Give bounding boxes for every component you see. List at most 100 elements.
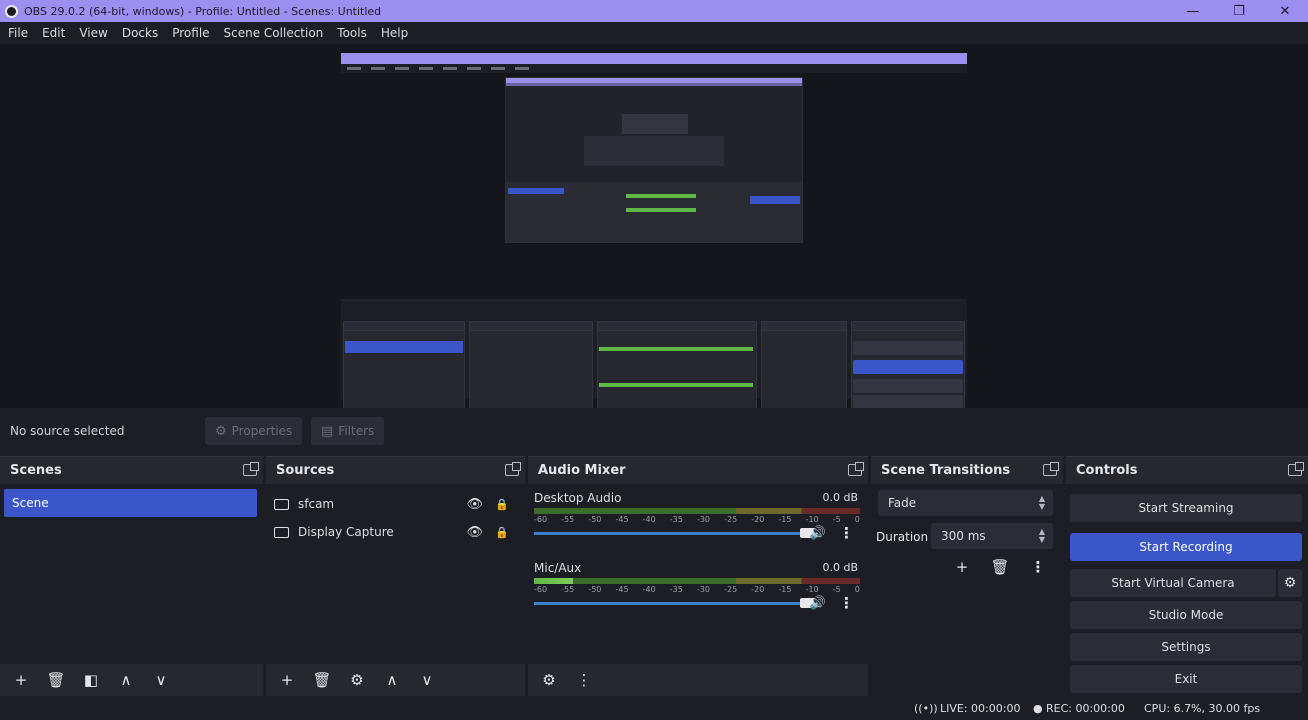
channel-db: 0.0 dB bbox=[822, 561, 858, 574]
advanced-audio-icon[interactable]: ⚙ bbox=[536, 668, 562, 692]
undock-icon[interactable] bbox=[1043, 462, 1059, 476]
settings-button[interactable]: Settings bbox=[1070, 633, 1302, 661]
preview-recursive-docks bbox=[341, 301, 967, 439]
volume-slider[interactable] bbox=[534, 528, 816, 538]
move-up-icon[interactable]: ∧ bbox=[379, 668, 405, 692]
status-bar: ((•)) LIVE: 00:00:00 ● REC: 00:00:00 CPU… bbox=[0, 698, 1308, 720]
preview-canvas[interactable] bbox=[341, 53, 967, 439]
preview-area bbox=[0, 44, 1308, 439]
rec-timer: REC: 00:00:00 bbox=[1046, 702, 1125, 715]
sources-dock: Sources sfcam 👁 🔒 Display Capture 👁 🔒 + … bbox=[266, 456, 525, 696]
add-source-icon[interactable]: + bbox=[274, 668, 300, 692]
more-options-icon[interactable]: ⋮ bbox=[839, 594, 854, 612]
filters-button[interactable]: ▤ Filters bbox=[311, 417, 385, 445]
mixer-channel-mic: Mic/Aux 0.0 dB -60 -55 -50 -45 -40 -35 -30 -25-… bbox=[534, 561, 860, 621]
duration-label: Duration bbox=[876, 530, 929, 544]
lock-icon[interactable]: 🔒 bbox=[495, 526, 509, 539]
source-toolbar: No source selected ⚙ Properties ▤ Filter… bbox=[0, 408, 1308, 452]
menu-file[interactable]: File bbox=[8, 26, 28, 40]
more-options-icon[interactable]: ⋮ bbox=[1025, 555, 1051, 579]
window-title: OBS 29.0.2 (64-bit, windows) - Profile: … bbox=[24, 4, 382, 18]
undock-icon[interactable] bbox=[505, 462, 521, 476]
maximize-icon[interactable]: ❐ bbox=[1216, 0, 1262, 22]
chevron-updown-icon: ▲ ▼ bbox=[1038, 494, 1045, 511]
speaker-icon[interactable]: 🔊 bbox=[810, 596, 826, 611]
filter-icon: ▤ bbox=[321, 423, 334, 439]
scene-transitions-dock: Scene Transitions Fade ▲ ▼ Duration 300 m… bbox=[871, 456, 1063, 696]
trash-icon[interactable]: 🗑 bbox=[987, 555, 1013, 579]
eye-icon[interactable]: 👁 bbox=[466, 525, 483, 540]
volume-meter bbox=[534, 578, 860, 584]
scene-item[interactable]: Scene bbox=[4, 489, 257, 517]
source-item[interactable]: Display Capture 👁 🔒 bbox=[274, 519, 517, 545]
transition-select[interactable]: Fade ▲ ▼ bbox=[878, 490, 1053, 516]
source-item[interactable]: sfcam 👁 🔒 bbox=[274, 491, 517, 517]
audio-mixer-dock: Audio Mixer Desktop Audio 0.0 dB -60 -55-… bbox=[528, 456, 868, 696]
exit-button[interactable]: Exit bbox=[1070, 665, 1302, 693]
more-options-icon[interactable]: ⋮ bbox=[571, 668, 597, 692]
menu-help[interactable]: Help bbox=[381, 26, 408, 40]
preview-recursive-menu bbox=[341, 64, 967, 73]
add-transition-icon[interactable]: + bbox=[949, 555, 975, 579]
duration-stepper[interactable]: 300 ms ▲ ▼ bbox=[931, 523, 1053, 549]
record-icon: ● bbox=[1033, 702, 1043, 715]
stepper-arrows-icon[interactable]: ▲ ▼ bbox=[1039, 528, 1045, 544]
start-recording-button[interactable]: Start Recording bbox=[1070, 533, 1302, 561]
scene-filters-icon[interactable]: ◧ bbox=[78, 668, 104, 692]
sources-list: sfcam 👁 🔒 Display Capture 👁 🔒 bbox=[266, 485, 525, 664]
start-virtual-camera-button[interactable]: Start Virtual Camera bbox=[1070, 569, 1276, 597]
obs-logo-icon bbox=[5, 4, 18, 18]
sources-title: Sources bbox=[276, 463, 335, 478]
undock-icon[interactable] bbox=[1288, 462, 1304, 476]
menu-bar: File Edit View Docks Profile Scene Colle… bbox=[0, 22, 1308, 44]
broadcast-icon: ((•)) bbox=[914, 702, 938, 715]
menu-tools[interactable]: Tools bbox=[337, 26, 367, 40]
volume-meter bbox=[534, 508, 860, 514]
preview-recursive-screen bbox=[341, 73, 967, 299]
controls-title: Controls bbox=[1076, 463, 1138, 478]
gear-icon: ⚙ bbox=[215, 423, 227, 439]
live-timer: LIVE: 00:00:00 bbox=[940, 702, 1021, 715]
speaker-icon[interactable]: 🔊 bbox=[810, 526, 826, 541]
properties-button[interactable]: ⚙ Properties bbox=[205, 417, 303, 445]
menu-docks[interactable]: Docks bbox=[122, 26, 158, 40]
trash-icon[interactable]: 🗑 bbox=[43, 668, 69, 692]
scenes-title: Scenes bbox=[10, 463, 62, 478]
undock-icon[interactable] bbox=[848, 462, 864, 476]
menu-view[interactable]: View bbox=[79, 26, 107, 40]
move-down-icon[interactable]: ∨ bbox=[148, 668, 174, 692]
scenes-dock: Scenes Scene + 🗑 ◧ ∧ ∨ bbox=[0, 456, 263, 696]
cpu-fps-readout: CPU: 6.7%, 30.00 fps bbox=[1144, 702, 1261, 715]
move-up-icon[interactable]: ∧ bbox=[113, 668, 139, 692]
no-source-selected-label: No source selected bbox=[10, 424, 125, 438]
mixer-channel-desktop: Desktop Audio 0.0 dB -60 -55 -50 -45 -40 -35-… bbox=[534, 491, 860, 551]
start-streaming-button[interactable]: Start Streaming bbox=[1070, 494, 1302, 522]
monitor-icon bbox=[274, 498, 289, 510]
volume-slider[interactable] bbox=[534, 598, 816, 608]
studio-mode-button[interactable]: Studio Mode bbox=[1070, 601, 1302, 629]
add-scene-icon[interactable]: + bbox=[8, 668, 34, 692]
channel-name: Desktop Audio bbox=[534, 491, 622, 505]
close-icon[interactable]: ✕ bbox=[1262, 0, 1308, 22]
scenes-list: Scene bbox=[0, 485, 263, 664]
menu-scene-collection[interactable]: Scene Collection bbox=[224, 26, 324, 40]
menu-edit[interactable]: Edit bbox=[42, 26, 65, 40]
virtual-camera-settings-icon[interactable]: ⚙ bbox=[1278, 569, 1302, 597]
undock-icon[interactable] bbox=[243, 462, 259, 476]
channel-db: 0.0 dB bbox=[822, 491, 858, 504]
scene-transitions-title: Scene Transitions bbox=[881, 463, 1011, 478]
audio-mixer-title: Audio Mixer bbox=[538, 463, 626, 478]
eye-icon[interactable]: 👁 bbox=[466, 497, 483, 512]
minimize-icon[interactable]: — bbox=[1170, 0, 1216, 22]
gear-icon[interactable]: ⚙ bbox=[344, 668, 370, 692]
move-down-icon[interactable]: ∨ bbox=[414, 668, 440, 692]
mixer-channels: Desktop Audio 0.0 dB -60 -55 -50 -45 -40 -35-… bbox=[528, 485, 868, 664]
preview-recursive-titlebar bbox=[341, 53, 967, 64]
controls-dock: Controls Start Streaming Start Recording… bbox=[1066, 456, 1308, 696]
monitor-icon bbox=[274, 526, 289, 538]
lock-icon[interactable]: 🔒 bbox=[495, 498, 509, 511]
more-options-icon[interactable]: ⋮ bbox=[839, 524, 854, 542]
channel-name: Mic/Aux bbox=[534, 561, 582, 575]
menu-profile[interactable]: Profile bbox=[172, 26, 209, 40]
trash-icon[interactable]: 🗑 bbox=[309, 668, 335, 692]
